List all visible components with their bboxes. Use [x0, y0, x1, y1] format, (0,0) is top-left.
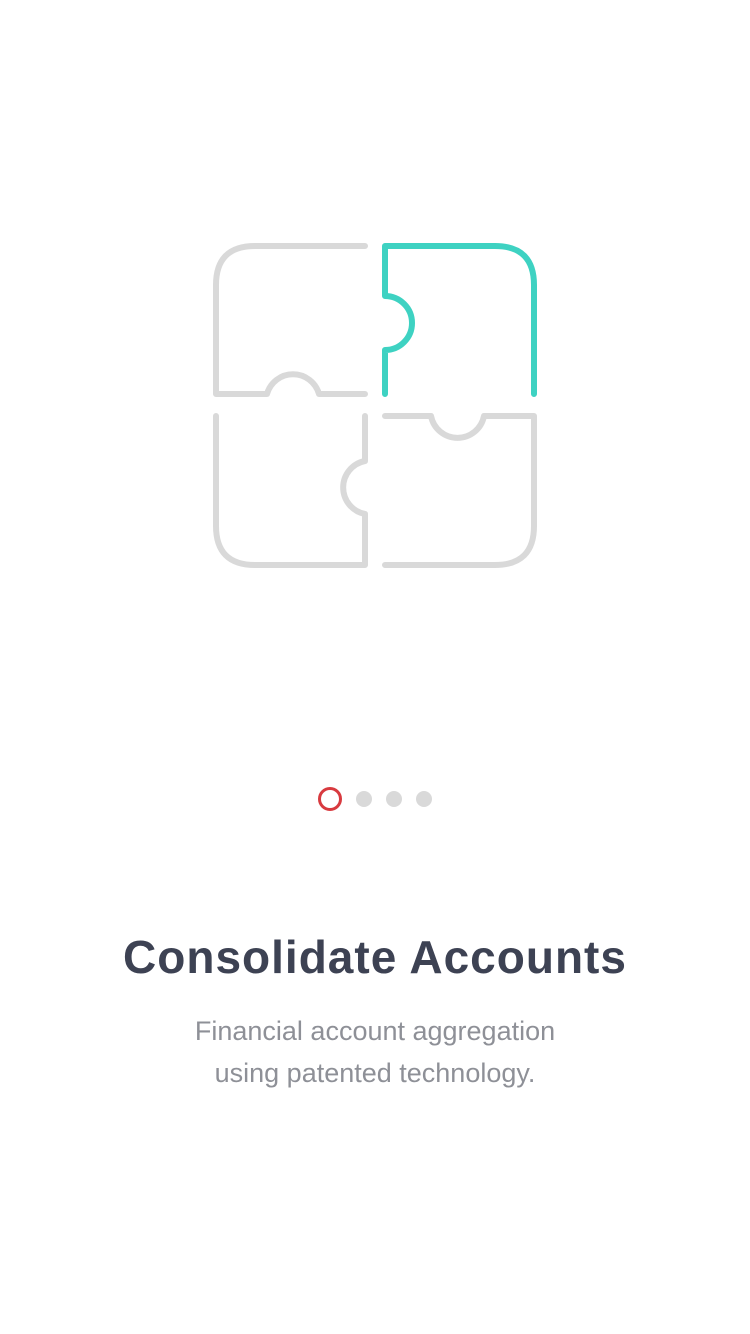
onboarding-title: Consolidate Accounts — [123, 931, 627, 983]
onboarding-subtitle: Financial account aggregation using pate… — [0, 1010, 750, 1094]
onboarding-subtitle-line-1: Financial account aggregation — [194, 1016, 556, 1046]
page-indicator[interactable] — [0, 786, 750, 812]
puzzle-piece-top-left — [213, 243, 368, 397]
page-dot-2[interactable] — [356, 791, 372, 807]
page-dot-4[interactable] — [416, 791, 432, 807]
puzzle-piece-top-right — [382, 243, 537, 397]
puzzle-illustration — [205, 236, 545, 576]
puzzle-piece-bottom-left — [213, 413, 368, 568]
puzzle-icon — [213, 243, 537, 568]
page-dot-1-active[interactable] — [318, 787, 342, 811]
page-dot-3[interactable] — [386, 791, 402, 807]
onboarding-subtitle-line-2: using patented technology. — [214, 1058, 536, 1088]
puzzle-piece-bottom-right — [382, 413, 537, 568]
